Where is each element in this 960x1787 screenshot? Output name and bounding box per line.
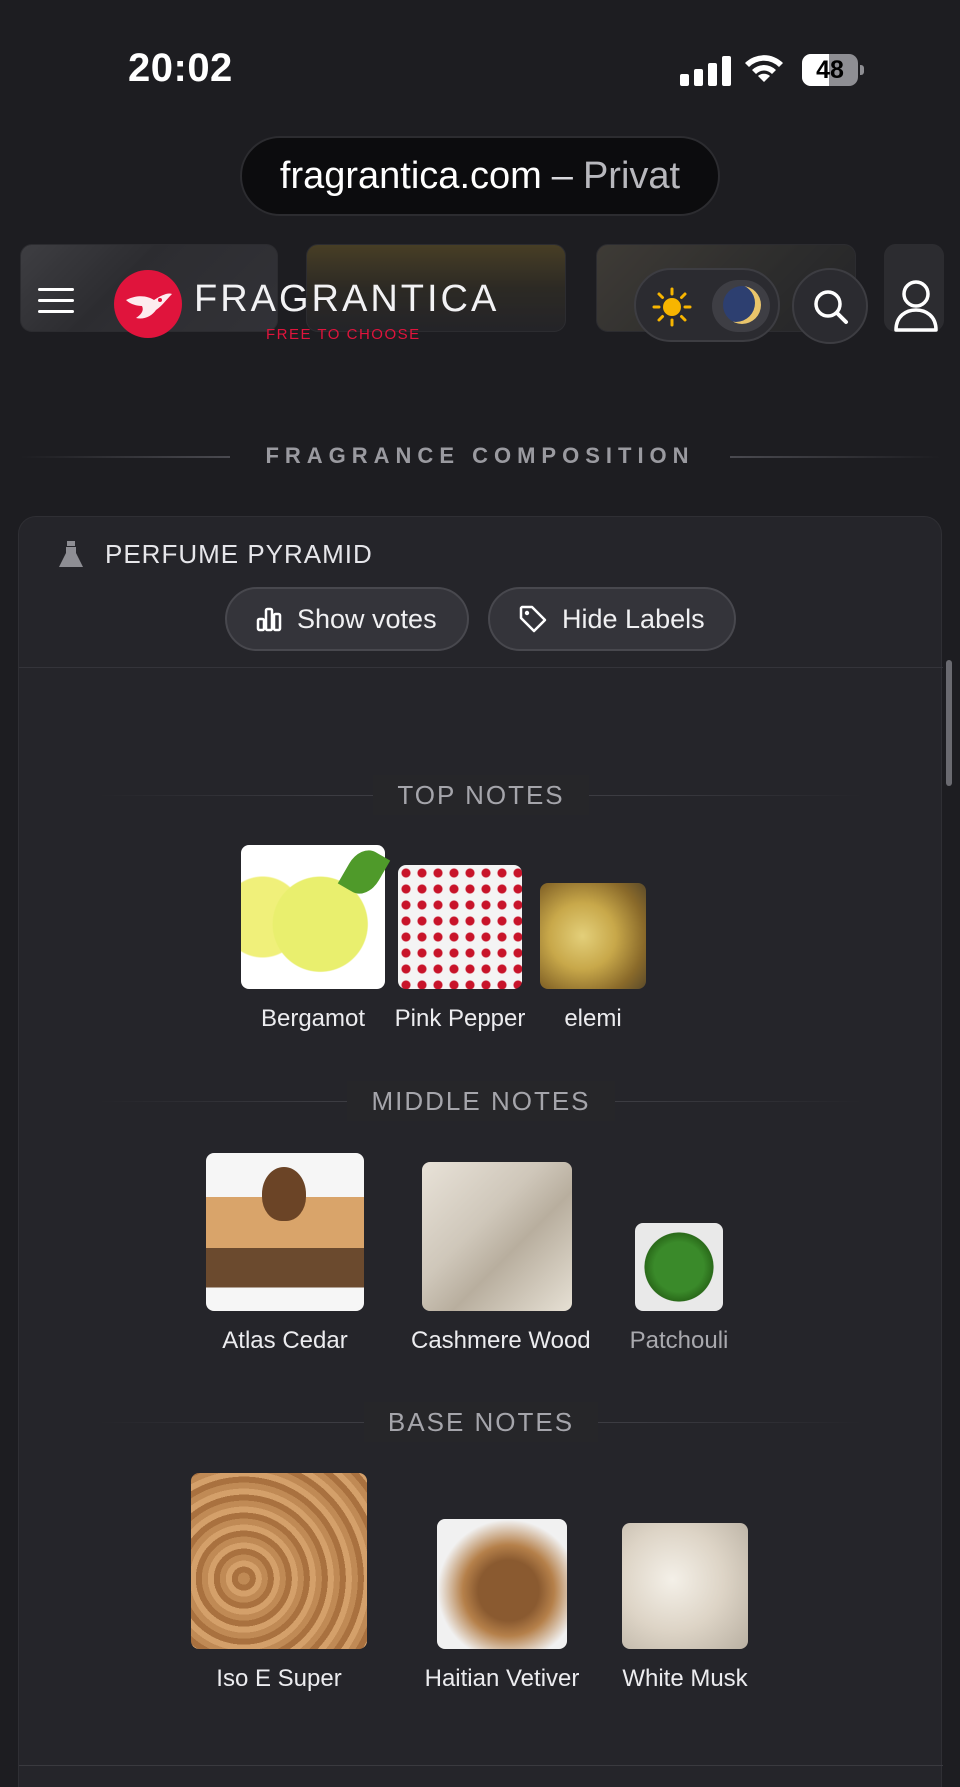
note-atlas-cedar[interactable]: Atlas Cedar: [201, 1153, 369, 1355]
show-votes-label: Show votes: [297, 603, 437, 634]
search-icon: [814, 290, 848, 324]
pyramid-title: PERFUME PYRAMID: [105, 539, 373, 569]
note-name[interactable]: elemi: [539, 1005, 647, 1033]
battery-icon: 48: [802, 54, 864, 86]
note-image[interactable]: [540, 883, 646, 989]
note-haitian-vetiver[interactable]: Haitian Vetiver: [414, 1519, 590, 1693]
note-image[interactable]: [622, 1523, 748, 1649]
note-name[interactable]: Cashmere Wood: [411, 1327, 591, 1355]
note-patchouli[interactable]: Patchouli: [623, 1223, 735, 1355]
brand-tagline: FREE TO CHOOSE: [266, 326, 421, 343]
show-votes-button[interactable]: Show votes: [225, 587, 469, 651]
cellular-signal-icon: [680, 56, 731, 86]
user-icon: [894, 280, 938, 332]
hide-labels-button[interactable]: Hide Labels: [488, 587, 736, 651]
scrollbar[interactable]: [946, 660, 952, 786]
note-name[interactable]: Bergamot: [241, 1005, 385, 1033]
note-elemi[interactable]: elemi: [539, 883, 647, 1033]
note-image[interactable]: [635, 1223, 723, 1311]
private-mode-label: Privat: [582, 154, 681, 197]
hide-labels-label: Hide Labels: [562, 603, 705, 634]
section-divider: FRAGRANCE COMPOSITION: [20, 440, 940, 474]
hamburger-menu-icon[interactable]: [38, 288, 74, 318]
tag-icon: [519, 605, 547, 633]
wifi-icon: [745, 55, 783, 82]
perfume-pyramid-card: PERFUME PYRAMID Show votes Hide Labels T…: [18, 516, 943, 1787]
address-bar[interactable]: fragrantica.com – Privat: [240, 136, 720, 216]
note-image[interactable]: [437, 1519, 567, 1649]
note-image[interactable]: [241, 845, 385, 989]
note-white-musk[interactable]: White Musk: [603, 1523, 767, 1693]
theme-toggle[interactable]: [634, 268, 780, 342]
note-name[interactable]: Pink Pepper: [378, 1005, 542, 1033]
divider: [19, 1765, 943, 1766]
flask-icon: [59, 541, 83, 567]
note-iso-e-super[interactable]: Iso E Super: [191, 1473, 367, 1693]
note-image[interactable]: [206, 1153, 364, 1311]
tier-header-top: TOP NOTES: [19, 775, 943, 815]
url-domain: fragrantica.com: [279, 154, 542, 197]
brand-name[interactable]: FRAGRANTICA: [194, 278, 499, 321]
url-separator: –: [551, 154, 573, 197]
tier-header-base: BASE NOTES: [19, 1402, 943, 1442]
dark-mode-option[interactable]: [712, 280, 770, 332]
moon-icon: [723, 286, 761, 324]
search-button[interactable]: [792, 268, 868, 344]
tier-label: BASE NOTES: [363, 1402, 599, 1442]
note-name[interactable]: Haitian Vetiver: [414, 1665, 590, 1693]
note-name[interactable]: Patchouli: [623, 1327, 735, 1355]
screen: 20:02 48 fragrantica.com – Privat FRAGRA…: [0, 0, 960, 1787]
note-image[interactable]: [398, 865, 522, 989]
note-name[interactable]: White Musk: [603, 1665, 767, 1693]
note-image[interactable]: [422, 1162, 572, 1311]
battery-percent: 48: [816, 56, 844, 84]
hummingbird-logo-icon[interactable]: [114, 270, 182, 338]
divider: [19, 667, 943, 668]
note-cashmere-wood[interactable]: Cashmere Wood: [411, 1162, 591, 1355]
user-account-button[interactable]: [888, 274, 944, 338]
note-name[interactable]: Atlas Cedar: [201, 1327, 369, 1355]
tier-header-middle: MIDDLE NOTES: [19, 1081, 943, 1121]
note-image[interactable]: [191, 1473, 367, 1649]
sun-icon[interactable]: [652, 287, 692, 327]
status-bar: 20:02 48: [0, 0, 960, 140]
note-name[interactable]: Iso E Super: [191, 1665, 367, 1693]
bar-chart-icon: [256, 607, 282, 632]
note-pink-pepper[interactable]: Pink Pepper: [378, 865, 542, 1033]
tier-label: MIDDLE NOTES: [347, 1081, 615, 1121]
note-bergamot[interactable]: Bergamot: [241, 845, 385, 1033]
clock: 20:02: [128, 46, 233, 90]
tier-label: TOP NOTES: [373, 775, 589, 815]
